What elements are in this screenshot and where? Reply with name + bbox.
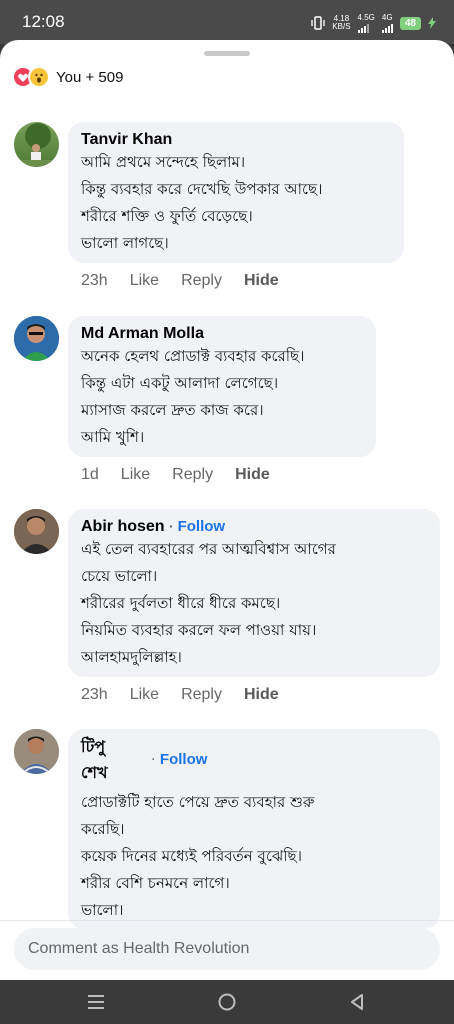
status-time: 12:08 bbox=[22, 12, 65, 31]
comment-text-line: অনেক হেলথ প্রোডাক্ট ব্যবহার করেছি। bbox=[81, 347, 305, 365]
comment-text-line: নিয়মিত ব্যবহার করলে ফল পাওয়া যায়। bbox=[81, 621, 317, 639]
comment-actions: 1d Like Reply Hide bbox=[81, 466, 292, 484]
comment-bubble[interactable]: টিপু শেখ · Follow প্রোডাক্টটি হাতে পেয়ে… bbox=[68, 729, 440, 929]
separator-dot: · bbox=[169, 518, 178, 534]
network-4g: 4G bbox=[381, 13, 393, 33]
like-button[interactable]: Like bbox=[130, 272, 159, 290]
network-4-5g: 4.5G bbox=[357, 13, 375, 33]
comment-text-line: প্রোডাক্টটি হাতে পেয়ে দ্রুত ব্যবহার শুর… bbox=[81, 793, 315, 811]
follow-button[interactable]: Follow bbox=[178, 518, 226, 535]
reply-button[interactable]: Reply bbox=[181, 272, 222, 290]
comment-bubble[interactable]: Md Arman Molla অনেক হেলথ প্রোডাক্ট ব্যবহ… bbox=[68, 316, 376, 457]
status-icons: 4.18 KB/S 4.5G 4G 48 bbox=[311, 13, 436, 33]
comment-text-line: ভালো লাগছে। bbox=[81, 234, 169, 252]
comment-time: 23h bbox=[81, 272, 108, 289]
composer-divider bbox=[0, 920, 454, 921]
comment-text-line: শরীরে শক্তি ও ফুর্তি বেড়েছে। bbox=[81, 207, 253, 225]
comment-actions: 23h Like Reply Hide bbox=[81, 272, 301, 290]
hide-button[interactable]: Hide bbox=[244, 272, 279, 290]
separator-dot: · bbox=[151, 752, 160, 768]
hide-button[interactable]: Hide bbox=[244, 686, 279, 704]
comment-text-line: এই তেল ব্যবহারের পর আত্মবিশ্বাস আগের bbox=[81, 540, 336, 558]
vibrate-icon bbox=[311, 16, 325, 30]
comments-sheet: You + 509 Tanvir Khan আমি প্রথমে সন্দেহে… bbox=[0, 40, 454, 980]
comment-text-line: চেয়ে ভালো। bbox=[81, 567, 158, 585]
author-name[interactable]: Tanvir Khan bbox=[81, 130, 390, 149]
comment-actions: 23h Like Reply Hide bbox=[81, 686, 301, 704]
drag-handle[interactable] bbox=[204, 51, 250, 56]
reply-button[interactable]: Reply bbox=[172, 466, 213, 484]
avatar[interactable] bbox=[14, 509, 59, 554]
comment-text-line: শরীর বেশি চনমনে লাগে। bbox=[81, 874, 230, 892]
charging-icon bbox=[428, 17, 436, 29]
like-button[interactable]: Like bbox=[130, 686, 159, 704]
avatar[interactable] bbox=[14, 729, 59, 774]
comment-text-line: আলহামদুলিল্লাহ। bbox=[81, 648, 182, 666]
comment-text-line: আমি খুশি। bbox=[81, 428, 145, 446]
battery-icon: 48 bbox=[399, 16, 421, 30]
author-name[interactable]: টিপু শেখ bbox=[81, 735, 107, 787]
author-name[interactable]: Abir hosen bbox=[81, 518, 165, 535]
system-nav-bar bbox=[0, 980, 454, 1024]
comment-time: 23h bbox=[81, 686, 108, 703]
status-bar: 12:08 4.18 KB/S 4.5G 4G 48 bbox=[0, 0, 454, 44]
avatar[interactable] bbox=[14, 316, 59, 361]
comment-text-line: কিন্তু এটা একটু আলাদা লেগেছে। bbox=[81, 374, 279, 392]
wow-icon bbox=[28, 66, 50, 88]
reaction-summary[interactable]: You + 509 bbox=[12, 66, 123, 88]
net-speed: 4.18 KB/S bbox=[332, 14, 351, 31]
menu-icon[interactable] bbox=[84, 990, 108, 1014]
comment-text-line: করেছি। bbox=[81, 820, 125, 838]
comment-input[interactable] bbox=[14, 928, 440, 970]
author-name-row: Abir hosen · Follow bbox=[81, 517, 426, 536]
comment-text-line: ম্যাসাজ করলে দ্রুত কাজ করে। bbox=[81, 401, 264, 419]
comment-bubble[interactable]: Tanvir Khan আমি প্রথমে সন্দেহে ছিলাম। কি… bbox=[68, 122, 404, 263]
reaction-count: You + 509 bbox=[56, 68, 124, 86]
author-name-row: টিপু শেখ · Follow bbox=[81, 735, 426, 789]
avatar[interactable] bbox=[14, 122, 59, 167]
follow-button[interactable]: Follow bbox=[160, 751, 208, 768]
comment-composer[interactable] bbox=[14, 928, 440, 970]
signal-icon bbox=[357, 22, 375, 33]
reply-button[interactable]: Reply bbox=[181, 686, 222, 704]
hide-button[interactable]: Hide bbox=[235, 466, 270, 484]
comment-time: 1d bbox=[81, 466, 99, 483]
comment-bubble[interactable]: Abir hosen · Follow এই তেল ব্যবহারের পর … bbox=[68, 509, 440, 677]
signal-icon bbox=[381, 22, 393, 33]
like-button[interactable]: Like bbox=[121, 466, 150, 484]
comment-text-line: কিন্তু ব্যবহার করে দেখেছি উপকার আছে। bbox=[81, 180, 323, 198]
comment-text-line: কয়েক দিনের মধ্যেই পরিবর্তন বুঝেছি। bbox=[81, 847, 302, 865]
home-circle-icon[interactable] bbox=[215, 990, 239, 1014]
comment-text-line: আমি প্রথমে সন্দেহে ছিলাম। bbox=[81, 153, 246, 171]
author-name[interactable]: Md Arman Molla bbox=[81, 324, 362, 343]
comment-text-line: শরীরের দুর্বলতা ধীরে ধীরে কমছে। bbox=[81, 594, 281, 612]
back-triangle-icon[interactable] bbox=[345, 990, 369, 1014]
